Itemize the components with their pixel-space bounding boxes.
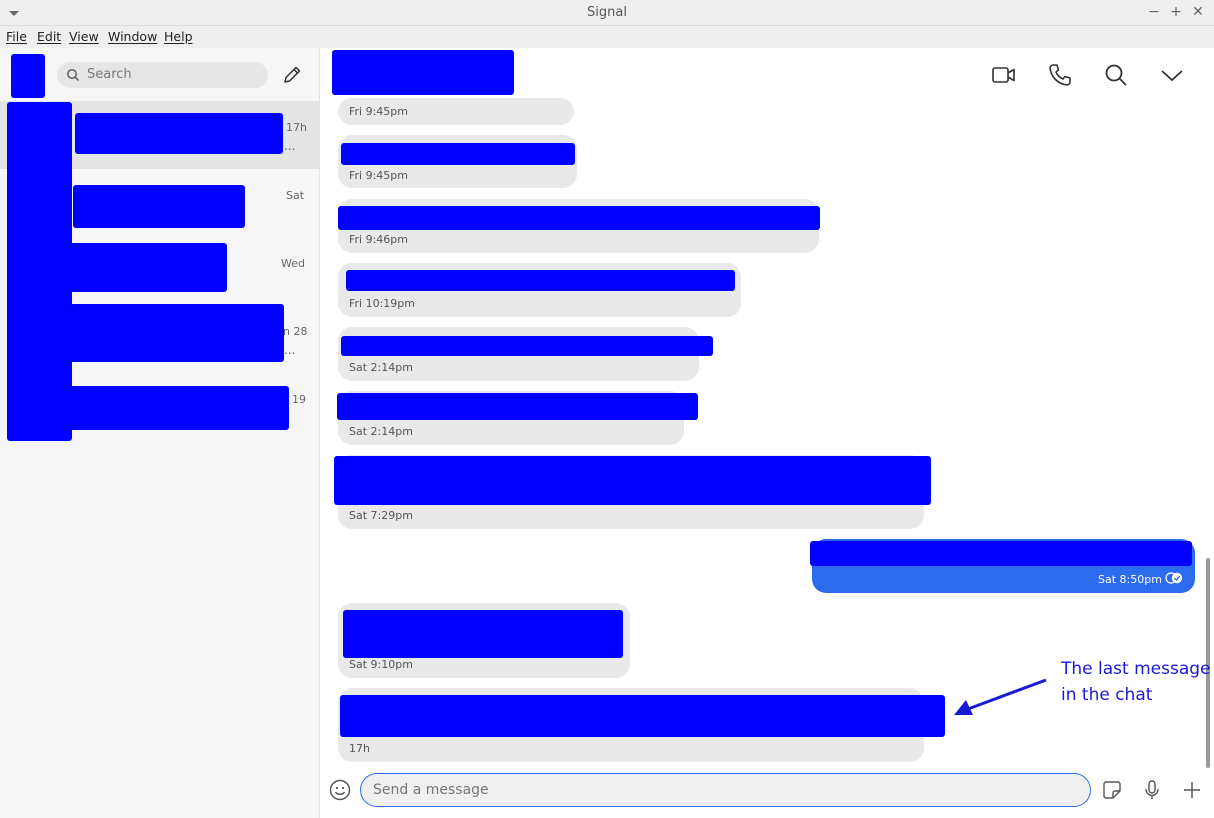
redacted-message-text	[338, 206, 820, 230]
chat-search-icon[interactable]	[1103, 62, 1129, 88]
conversation-time: Sat	[286, 189, 305, 202]
redacted-message-text	[334, 456, 931, 505]
menu-file[interactable]: File	[6, 29, 27, 44]
menu-window[interactable]: Window	[108, 29, 157, 44]
message-time: Sat 2:14pm	[349, 425, 413, 438]
conversation-time: n 28	[283, 325, 308, 338]
message-time: Sat 8:50pm	[1098, 573, 1162, 586]
emoji-icon[interactable]	[329, 779, 351, 801]
compose-icon[interactable]	[281, 64, 303, 86]
plus-icon[interactable]	[1181, 779, 1203, 801]
menu-help[interactable]: Help	[164, 29, 193, 44]
menu-edit[interactable]: Edit	[37, 29, 61, 44]
menu-view[interactable]: View	[69, 29, 99, 44]
voice-call-icon[interactable]	[1047, 62, 1073, 88]
annotation-text: The last message in the chat	[1061, 656, 1211, 708]
redacted-message-text	[346, 270, 735, 291]
conversation-preview: ...	[284, 139, 296, 153]
annotation-arrow-icon	[954, 678, 1047, 715]
search-icon	[67, 69, 79, 81]
search-box[interactable]: Search	[57, 62, 268, 88]
minimize-icon[interactable]: −	[1145, 3, 1163, 21]
redacted-message-text	[337, 393, 698, 420]
redacted-message-text	[341, 143, 575, 165]
window-title: Signal	[587, 5, 627, 20]
maximize-icon[interactable]: +	[1167, 3, 1185, 21]
message-input[interactable]	[360, 773, 1091, 807]
redacted-conversation-name[interactable]	[70, 243, 227, 292]
conversation-time: Wed	[281, 257, 305, 270]
message-time: Sat 2:14pm	[349, 361, 413, 374]
redacted-message-text	[341, 336, 713, 356]
chevron-down-icon[interactable]	[1159, 62, 1185, 88]
sticker-icon[interactable]	[1101, 779, 1123, 801]
conversation-preview: ...	[284, 343, 296, 357]
redacted-conversation-name[interactable]	[73, 185, 245, 228]
redacted-message-text	[810, 541, 1192, 566]
redacted-conversation-name[interactable]	[70, 386, 289, 430]
message-time: Fri 9:45pm	[349, 105, 409, 118]
my-avatar[interactable]	[11, 54, 45, 98]
redacted-message-text	[343, 610, 623, 658]
redacted-contact-name[interactable]	[332, 50, 514, 95]
message-time: Fri 9:45pm	[349, 169, 409, 182]
redacted-avatars	[7, 102, 72, 441]
microphone-icon[interactable]	[1141, 779, 1163, 801]
read-receipt-icon	[1165, 572, 1183, 584]
message-time: Sat 7:29pm	[349, 509, 413, 522]
redacted-message-text	[340, 695, 945, 737]
message-time: Fri 10:19pm	[349, 297, 415, 310]
close-icon[interactable]: ✕	[1189, 3, 1207, 21]
video-call-icon[interactable]	[991, 62, 1017, 88]
menu-bar: File Edit View Window Help	[0, 26, 1214, 48]
annotation-line-2: in the chat	[1061, 685, 1153, 705]
window-titlebar: Signal − + ✕	[0, 0, 1214, 26]
conversation-time: 17h	[286, 121, 307, 134]
conversation-time: 19	[292, 393, 306, 406]
redacted-conversation-name	[75, 113, 283, 154]
message-time: 17h	[349, 742, 370, 755]
annotation-line-1: The last message	[1061, 659, 1211, 679]
search-input[interactable]: Search	[87, 67, 132, 82]
message-time: Fri 9:46pm	[349, 233, 409, 246]
message-time: Sat 9:10pm	[349, 658, 413, 671]
redacted-conversation-name[interactable]	[70, 304, 284, 362]
